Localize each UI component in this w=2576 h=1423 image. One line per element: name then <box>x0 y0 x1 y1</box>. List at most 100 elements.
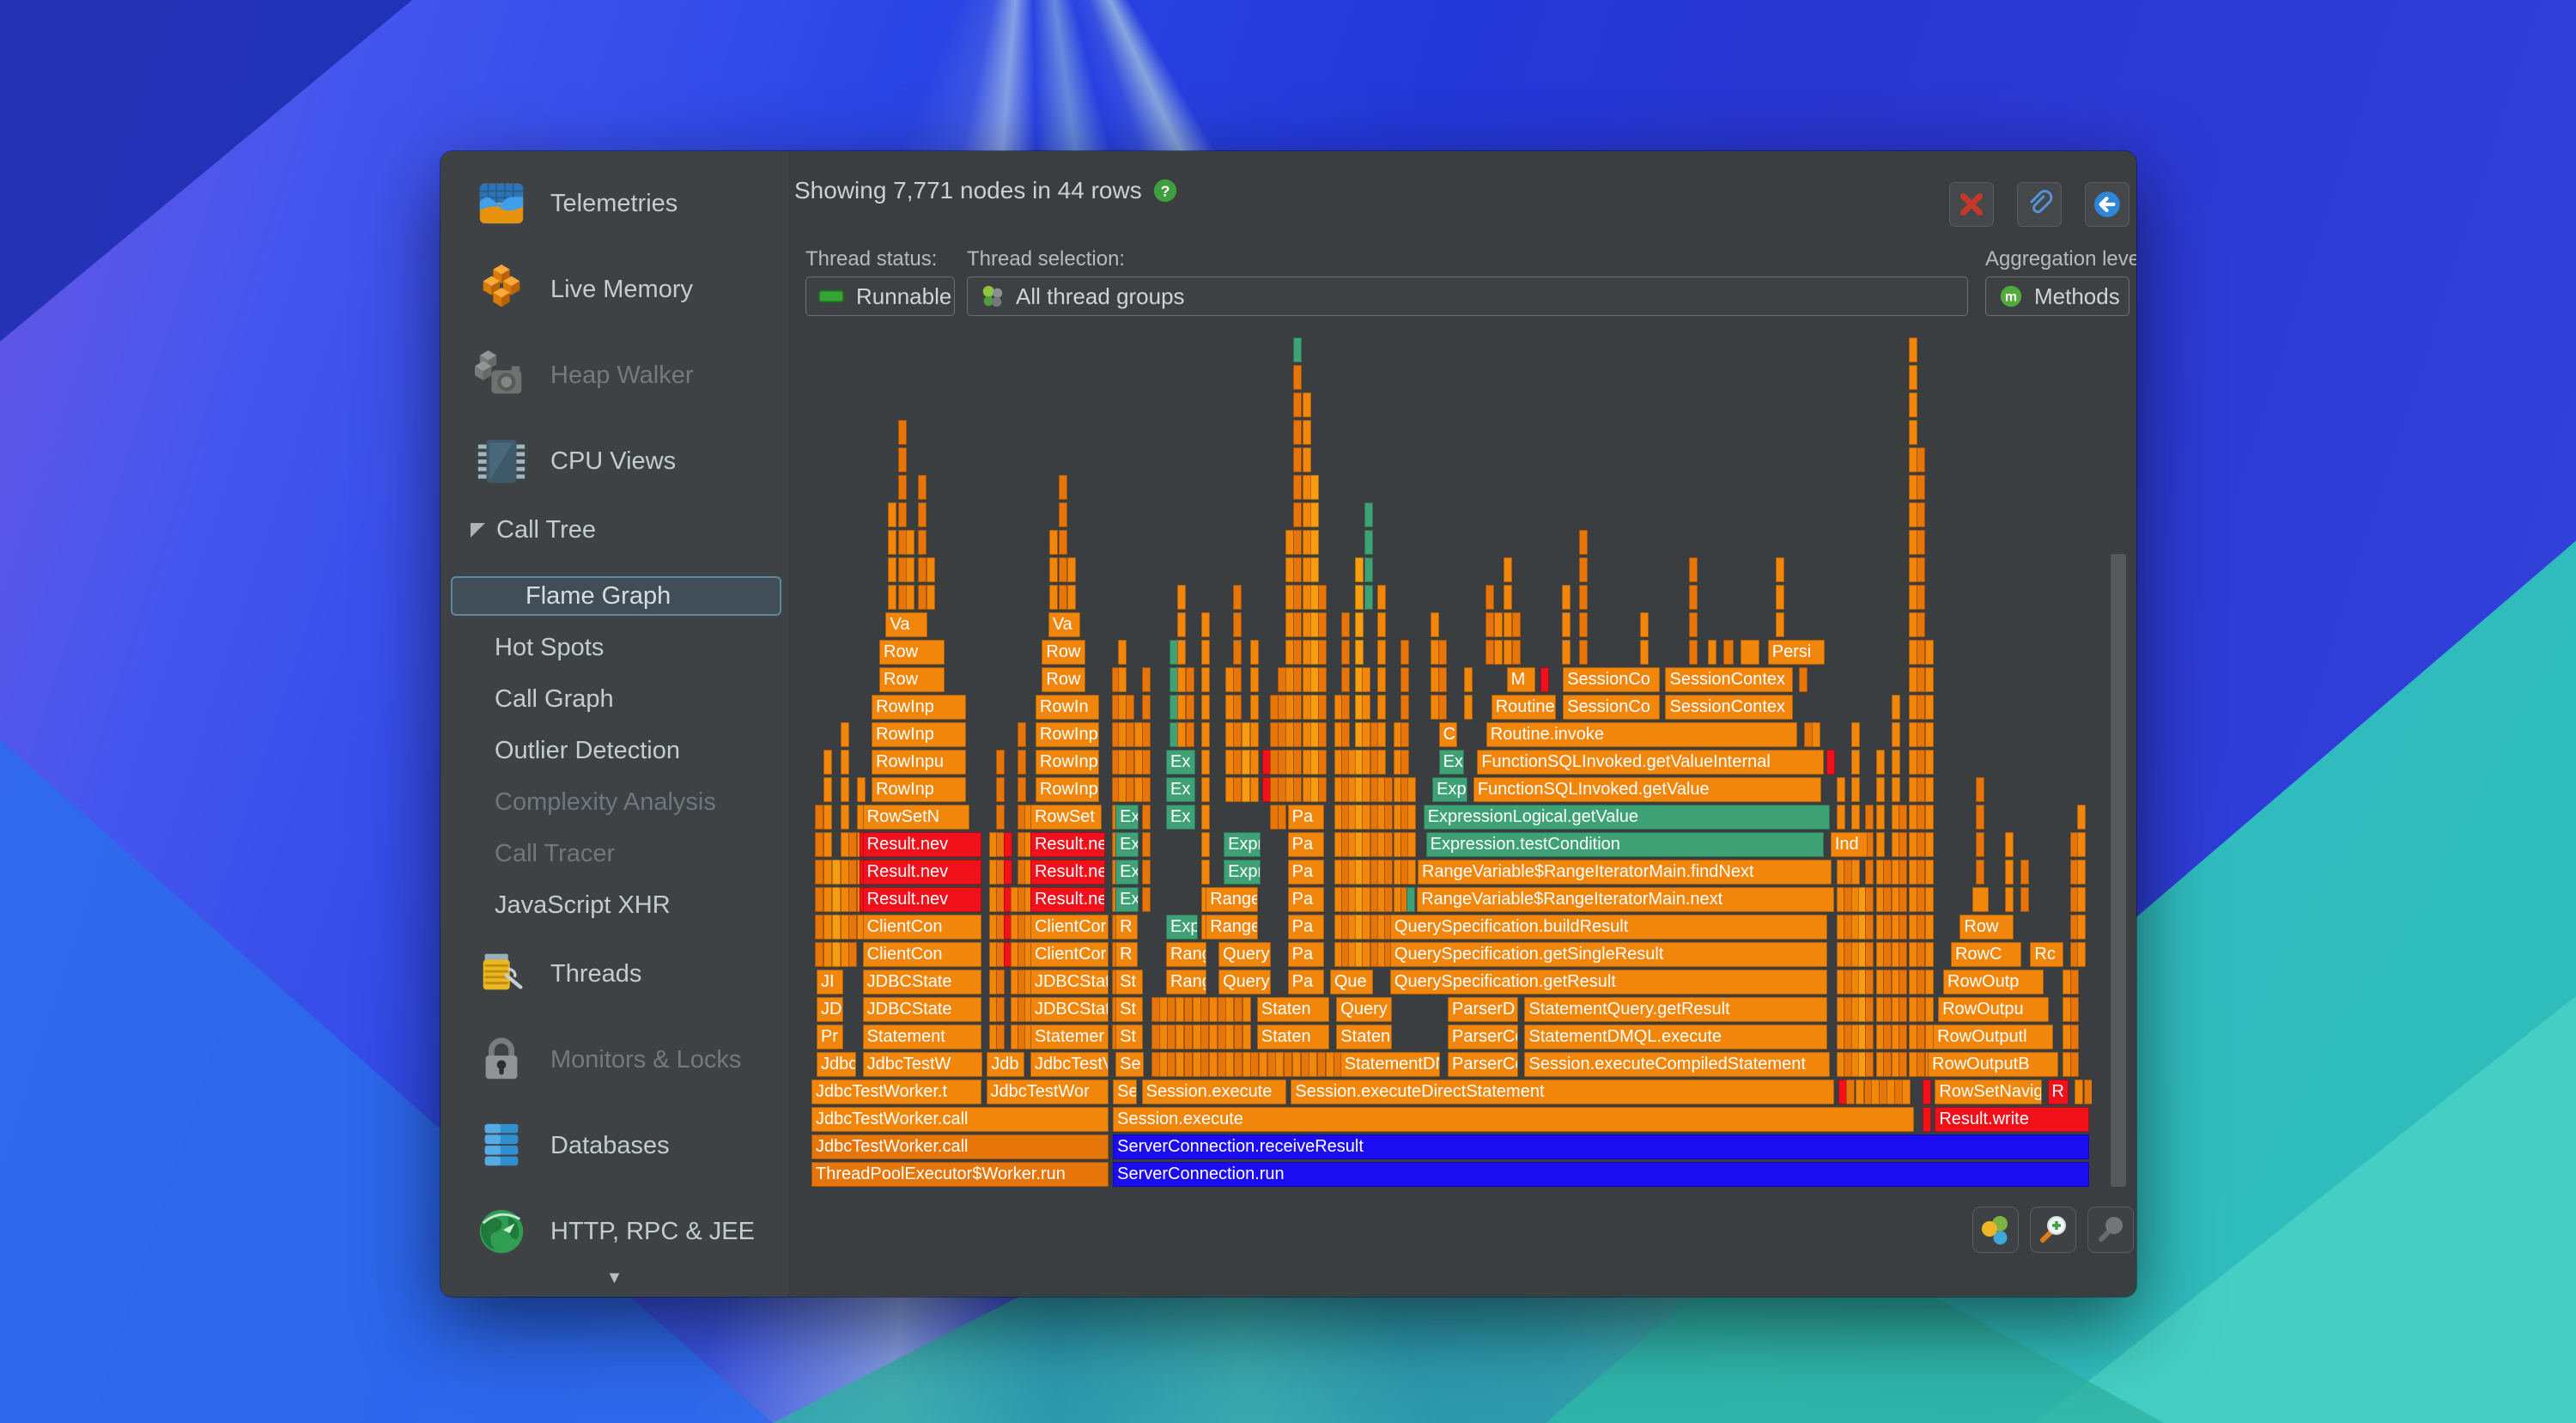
flame-bar[interactable] <box>1362 695 1370 720</box>
flame-bar-sessioncontex[interactable]: SessionContex <box>1665 667 1793 692</box>
flame-bar[interactable] <box>1293 392 1302 417</box>
flame-bar-routine[interactable]: Routine <box>1492 695 1557 720</box>
flame-bar[interactable] <box>1909 722 1917 747</box>
flame-bar[interactable] <box>1865 1052 1874 1077</box>
flame-bar-jdbctestworker-call[interactable]: JdbcTestWorker.call <box>811 1134 1109 1159</box>
flame-bar[interactable] <box>1293 475 1302 500</box>
flame-bar-query[interactable]: Query <box>1218 970 1271 994</box>
flame-bar[interactable] <box>1118 640 1127 665</box>
flame-bar[interactable] <box>1909 805 1917 830</box>
flame-bar[interactable] <box>1184 1052 1193 1077</box>
flame-bar[interactable] <box>1708 640 1716 665</box>
flame-bar[interactable] <box>1407 805 1416 830</box>
flame-bar[interactable] <box>823 942 832 967</box>
flame-bar-session-execute[interactable]: Session.execute <box>1142 1079 1287 1104</box>
flame-bar[interactable] <box>1579 612 1588 637</box>
flame-bar[interactable] <box>1278 805 1286 830</box>
flame-bar-clientcor[interactable]: ClientCor <box>1030 915 1109 940</box>
flame-bar[interactable] <box>1917 832 1925 857</box>
flame-bar[interactable] <box>1059 585 1067 610</box>
flame-bar-queryspecification-getsingleresult[interactable]: QuerySpecification.getSingleResult <box>1390 942 1827 967</box>
flame-bar[interactable] <box>1917 722 1925 747</box>
flame-bar-jdbctestw[interactable]: JdbcTestW <box>863 1052 983 1077</box>
flame-bar[interactable] <box>1909 640 1917 665</box>
flame-bar[interactable] <box>1689 612 1698 637</box>
flame-bar[interactable] <box>1377 667 1386 692</box>
flame-bar-rowoutp[interactable]: RowOutp <box>1943 970 2044 994</box>
flame-bar[interactable] <box>1004 832 1012 857</box>
flame-bar-rowin[interactable]: RowIn <box>1036 695 1099 720</box>
flame-bar[interactable] <box>815 832 823 857</box>
flame-bar[interactable] <box>1250 777 1259 802</box>
flame-bar[interactable] <box>1200 1025 1209 1049</box>
flame-bar[interactable] <box>1293 338 1302 362</box>
flame-bar[interactable] <box>832 915 841 940</box>
flame-bar[interactable] <box>1923 1079 1931 1104</box>
flame-bar-r[interactable]: R <box>2048 1079 2069 1104</box>
flame-bar[interactable] <box>1364 585 1373 610</box>
flame-bar-rangevariable-rangeiteratormain-next[interactable]: RangeVariable$RangeIteratorMain.next <box>1417 887 1834 912</box>
flame-bar[interactable] <box>906 530 914 555</box>
flame-bar[interactable] <box>841 805 849 830</box>
flame-bar[interactable] <box>1293 695 1302 720</box>
flame-bar[interactable] <box>1218 997 1226 1022</box>
flame-bar[interactable] <box>1562 585 1571 610</box>
flame-bar-pa[interactable]: Pa <box>1288 970 1325 994</box>
flame-bar[interactable] <box>888 585 896 610</box>
flame-bar[interactable] <box>1485 612 1494 637</box>
flame-bar[interactable] <box>1856 1079 1864 1104</box>
flame-bar[interactable] <box>1812 722 1820 747</box>
flame-bar-ex[interactable]: Ex <box>1115 887 1139 912</box>
flame-bar[interactable] <box>898 475 907 500</box>
flame-bar[interactable] <box>1355 557 1364 582</box>
flame-bar[interactable] <box>1917 970 1925 994</box>
flame-bar[interactable] <box>1917 557 1925 582</box>
flame-bar[interactable] <box>1865 942 1874 967</box>
flame-bar[interactable] <box>1225 997 1234 1022</box>
flame-bar[interactable] <box>1377 750 1386 775</box>
flame-bar-ex[interactable]: Ex <box>1115 832 1139 857</box>
flame-bar[interactable] <box>1301 1052 1309 1077</box>
flame-bar-rowinp[interactable]: RowInp <box>872 777 966 802</box>
flame-bar[interactable] <box>898 585 907 610</box>
close-view-button[interactable] <box>1949 182 1994 227</box>
flame-bar[interactable] <box>1976 805 1984 830</box>
flame-bar-row[interactable]: Row <box>879 640 945 665</box>
flame-bar[interactable] <box>1184 997 1193 1022</box>
back-button[interactable] <box>2085 182 2129 227</box>
sidebar-item-databases[interactable]: Databases <box>440 1103 788 1189</box>
flame-bar-routine-invoke[interactable]: Routine.invoke <box>1486 722 1797 747</box>
flame-bar-rowoutpu[interactable]: RowOutpu <box>1938 997 2048 1022</box>
flame-bar[interactable] <box>1400 722 1409 747</box>
flame-bar-ex[interactable]: Ex <box>1166 805 1195 830</box>
flame-bar[interactable] <box>1142 887 1151 912</box>
flame-bar[interactable] <box>1540 667 1549 692</box>
flame-bar[interactable] <box>1407 832 1416 857</box>
flame-bar-expression-testcondition[interactable]: Expression.testCondition <box>1426 832 1824 857</box>
flame-bar-rowoutputl[interactable]: RowOutputl <box>1933 1025 2053 1049</box>
flame-bar[interactable] <box>1579 557 1588 582</box>
flame-bar[interactable] <box>1177 585 1186 610</box>
flame-bar[interactable] <box>1923 1107 1931 1132</box>
flame-bar[interactable] <box>1976 860 1984 885</box>
flame-bar[interactable] <box>1917 887 1925 912</box>
flame-bar[interactable] <box>841 860 849 885</box>
flame-bar-pa[interactable]: Pa <box>1288 915 1325 940</box>
flame-bar[interactable] <box>906 557 914 582</box>
flame-bar-ji[interactable]: JI <box>817 970 843 994</box>
flame-bar[interactable] <box>823 832 832 857</box>
flame-bar-r[interactable]: R <box>1115 942 1138 967</box>
flame-bar[interactable] <box>823 915 832 940</box>
flame-bar[interactable] <box>1384 860 1393 885</box>
flame-bar[interactable] <box>1250 640 1259 665</box>
flame-bar[interactable] <box>1865 860 1874 885</box>
flame-bar[interactable] <box>1292 1052 1301 1077</box>
flame-bar[interactable] <box>1362 887 1370 912</box>
flame-bar-va[interactable]: Va <box>885 612 927 637</box>
flame-bar[interactable] <box>1126 695 1134 720</box>
flame-bar[interactable] <box>1193 1025 1201 1049</box>
flame-bar-rowoutputb[interactable]: RowOutputB <box>1928 1052 2058 1077</box>
flame-bar-row[interactable]: Row <box>1959 915 2013 940</box>
flame-bar[interactable] <box>1909 970 1917 994</box>
flame-bar[interactable] <box>1275 1052 1284 1077</box>
